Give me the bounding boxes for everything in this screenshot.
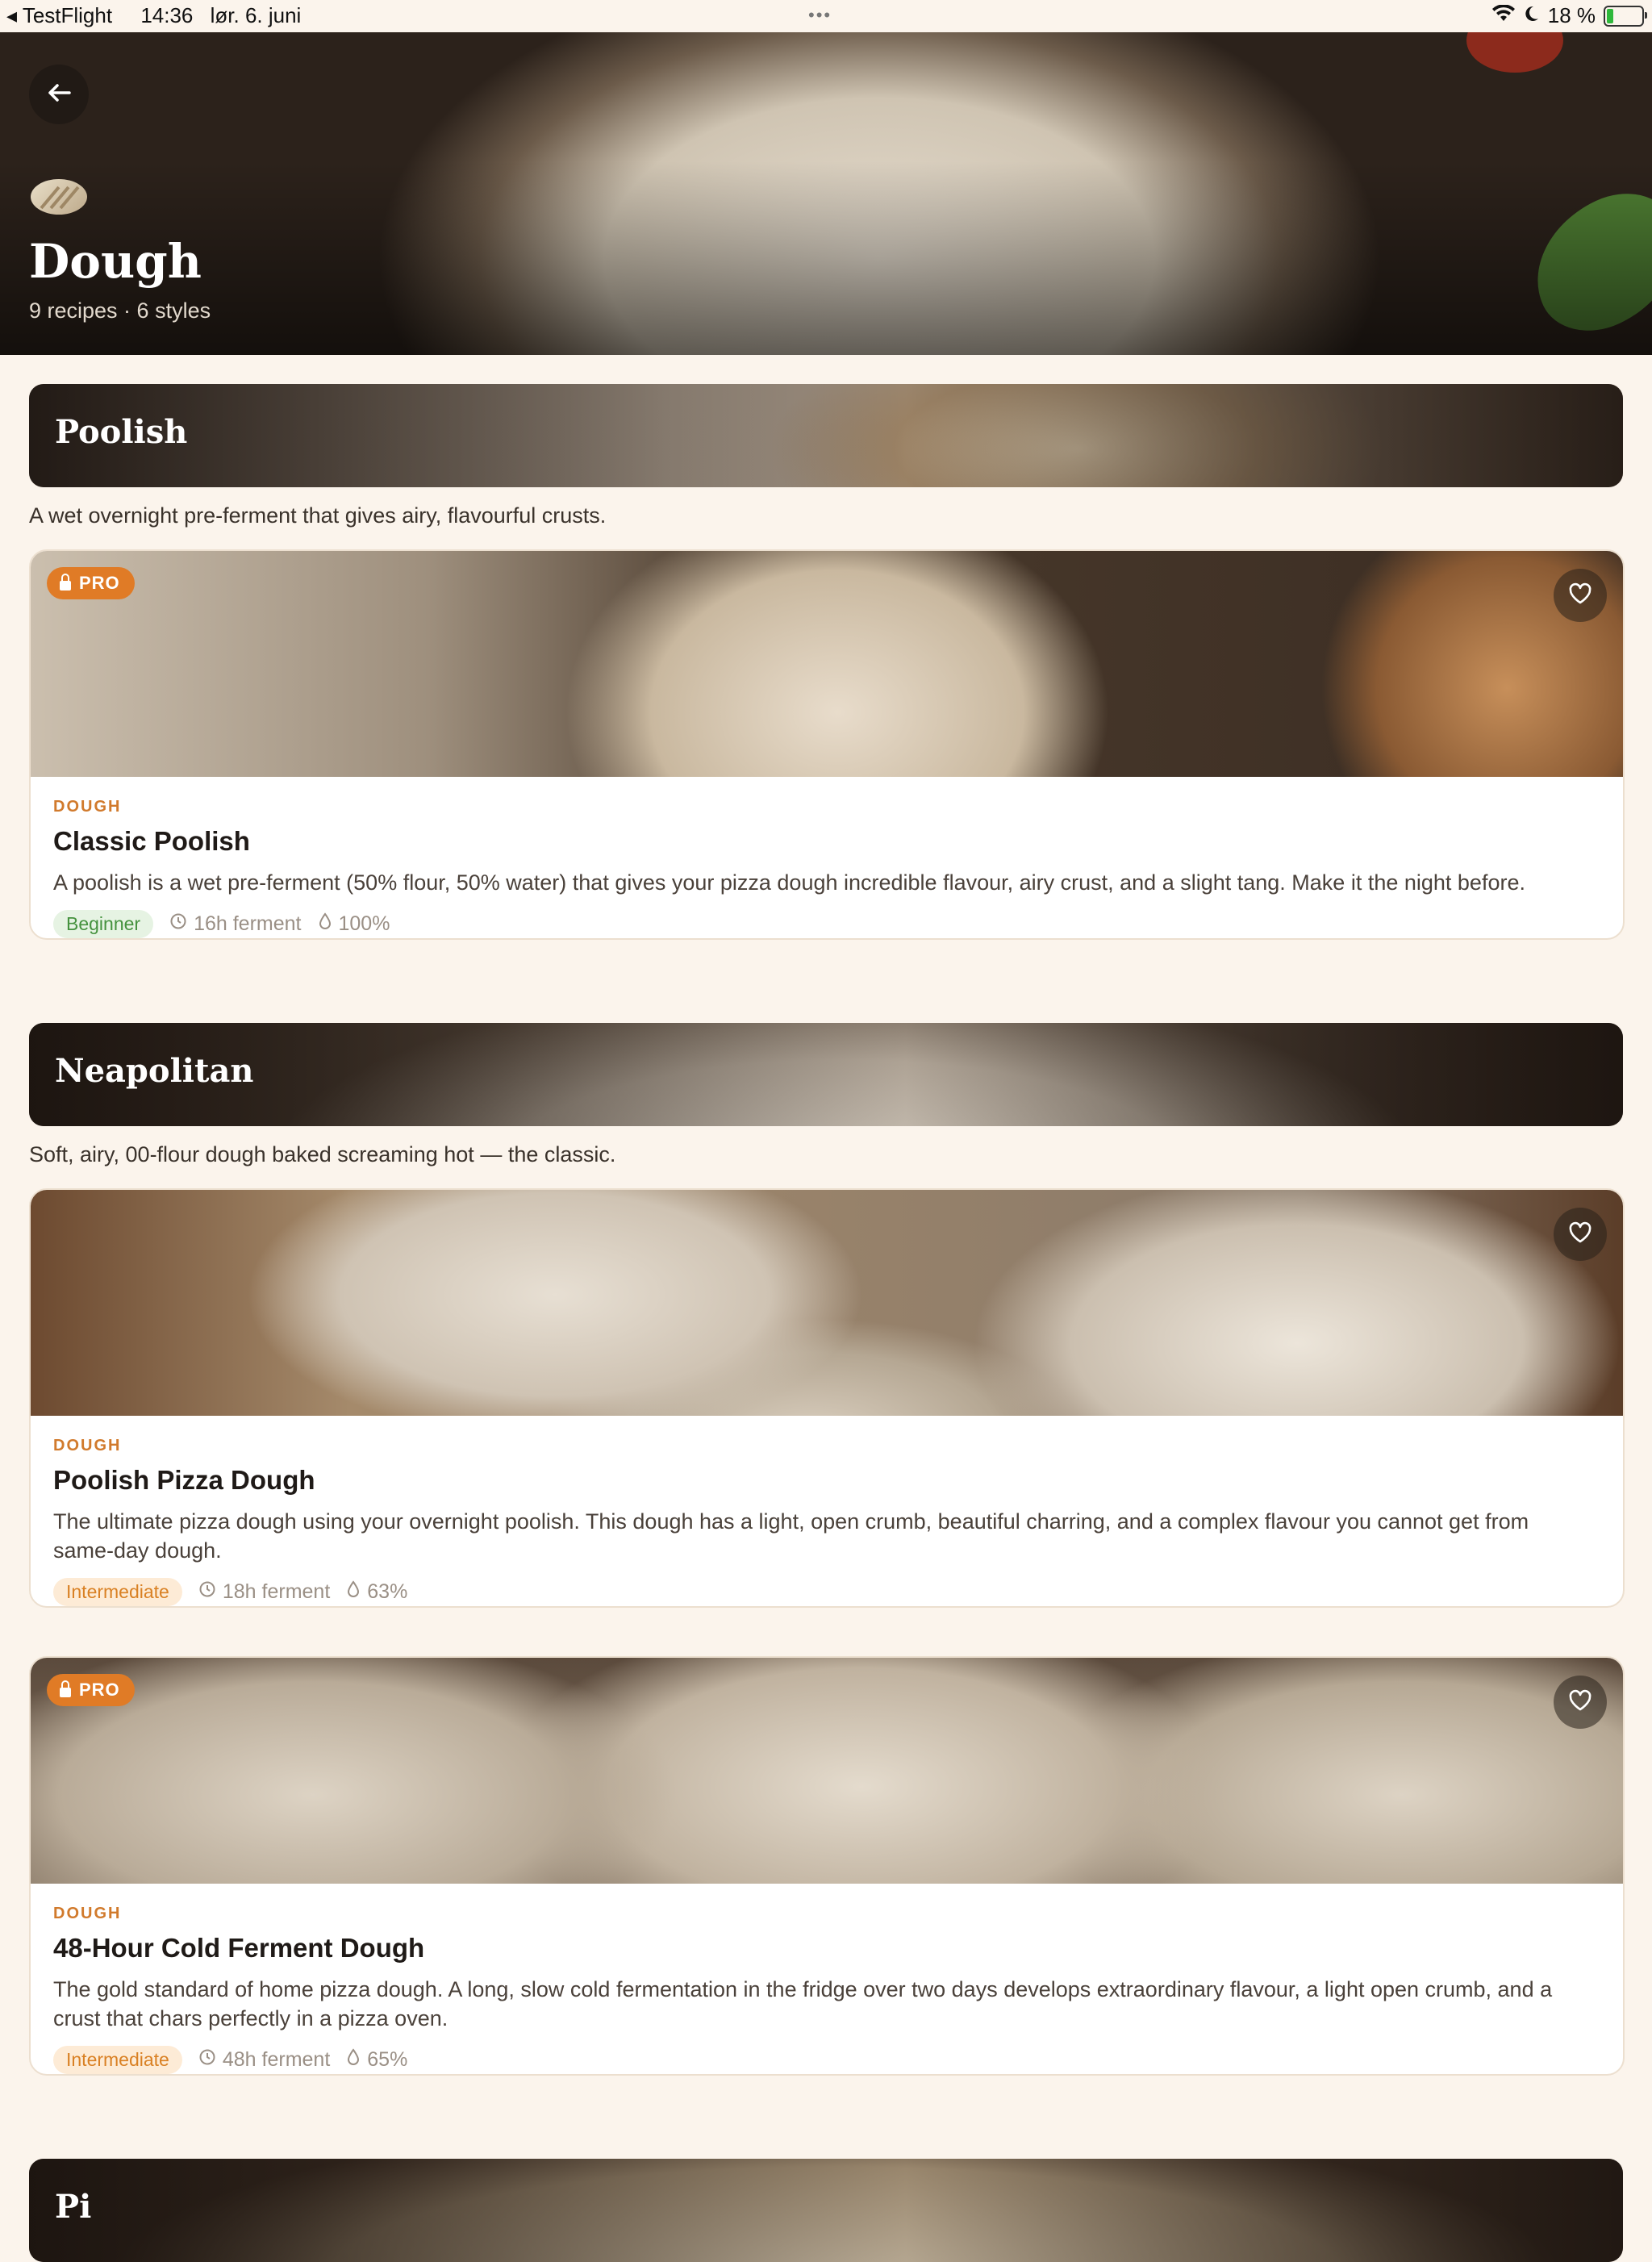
heart-icon [1568, 1221, 1592, 1248]
recipe-description: The ultimate pizza dough using your over… [53, 1509, 1529, 1563]
status-date: lør. 6. juni [210, 3, 302, 27]
ferment-time: 48h ferment [198, 2048, 330, 2072]
lock-icon [60, 573, 71, 591]
recipe-category: DOUGH [53, 1437, 122, 1454]
favorite-button[interactable] [1554, 569, 1607, 622]
multitasking-dots-icon[interactable]: ••• [808, 5, 832, 26]
recipe-title: 48-Hour Cold Ferment Dough [53, 1933, 425, 1963]
section-description: A wet overnight pre-ferment that gives a… [29, 503, 607, 528]
hero-header: Dough 9 recipes · 6 styles [0, 32, 1652, 355]
favorite-button[interactable] [1554, 1208, 1607, 1261]
recipe-card-body: DOUGH 48-Hour Cold Ferment Dough The gol… [31, 1884, 1623, 2074]
section-title: Neapolitan [55, 1052, 254, 1090]
clock-icon [198, 2048, 216, 2072]
dough-icon [31, 179, 87, 215]
recipe-description: The gold standard of home pizza dough. A… [53, 1977, 1553, 2030]
recipe-category: DOUGH [53, 798, 122, 816]
droplet-icon [346, 1580, 361, 1604]
battery-level [1607, 8, 1614, 23]
recipe-card-body: DOUGH Classic Poolish A poolish is a wet… [31, 777, 1623, 938]
status-time: 14:36 [140, 3, 194, 27]
section-title: Poolish [55, 413, 188, 451]
wifi-icon [1491, 3, 1516, 28]
difficulty-badge: Beginner [53, 910, 154, 938]
section-banner-poolish[interactable]: Poolish [29, 384, 1623, 487]
page-title: Dough [29, 234, 202, 289]
heart-icon [1568, 582, 1592, 609]
arrow-left-icon [45, 79, 73, 111]
pro-badge: PRO [47, 567, 135, 599]
battery-percent: 18 % [1547, 3, 1596, 27]
hero-gradient-overlay [0, 161, 1652, 355]
recipe-description: A poolish is a wet pre-ferment (50% flou… [53, 870, 1525, 895]
pro-badge: PRO [47, 1674, 135, 1706]
difficulty-badge: Intermediate [53, 1578, 182, 1606]
status-bar-right: 18 % [1491, 3, 1647, 28]
section-title: Pi [55, 2188, 92, 2226]
back-button[interactable] [29, 65, 89, 124]
back-to-app-link[interactable]: ◂ TestFlight [6, 3, 123, 27]
status-bar-left: ◂ TestFlight 14:36 lør. 6. juni [6, 3, 312, 28]
ferment-time: 18h ferment [198, 1580, 330, 1604]
hydration: 63% [346, 1580, 407, 1604]
favorite-button[interactable] [1554, 1676, 1607, 1729]
recipe-image: PRO [31, 551, 1623, 777]
recipe-title: Poolish Pizza Dough [53, 1465, 315, 1495]
recipe-card-48-hour-cold-ferment[interactable]: PRO DOUGH 48-Hour Cold Ferment Dough The… [29, 1656, 1625, 2076]
ferment-time: 16h ferment [169, 912, 302, 936]
recipe-category: DOUGH [53, 1905, 122, 1922]
page-subtitle: 9 recipes · 6 styles [29, 298, 211, 323]
heart-icon [1568, 1689, 1592, 1716]
section-banner-neapolitan[interactable]: Neapolitan [29, 1023, 1623, 1126]
droplet-icon [346, 2048, 361, 2072]
recipe-card-poolish-pizza-dough[interactable]: DOUGH Poolish Pizza Dough The ultimate p… [29, 1188, 1625, 1608]
battery-icon [1604, 5, 1647, 27]
hydration: 100% [318, 912, 390, 936]
recipe-meta: Intermediate 48h ferment 65% [53, 2046, 1600, 2074]
droplet-icon [318, 912, 332, 936]
section-description: Soft, airy, 00-flour dough baked screami… [29, 1142, 616, 1166]
recipe-card-body: DOUGH Poolish Pizza Dough The ultimate p… [31, 1416, 1623, 1606]
recipe-image [31, 1190, 1623, 1416]
clock-icon [198, 1580, 216, 1604]
recipe-meta: Beginner 16h ferment 100% [53, 910, 1600, 938]
recipe-meta: Intermediate 18h ferment 63% [53, 1578, 1600, 1606]
hero-tomato-decoration [1466, 32, 1563, 73]
recipe-title: Classic Poolish [53, 826, 250, 856]
difficulty-badge: Intermediate [53, 2046, 182, 2074]
lock-icon [60, 1680, 71, 1697]
back-to-app-label: TestFlight [22, 3, 113, 27]
recipe-card-classic-poolish[interactable]: PRO DOUGH Classic Poolish A poolish is a… [29, 549, 1625, 940]
clock-icon [169, 912, 187, 936]
status-bar: ◂ TestFlight 14:36 lør. 6. juni ••• 18 % [0, 0, 1652, 32]
moon-icon [1524, 3, 1540, 28]
hydration: 65% [346, 2048, 407, 2072]
section-banner-next[interactable]: Pi [29, 2159, 1623, 2262]
recipe-image: PRO [31, 1658, 1623, 1884]
